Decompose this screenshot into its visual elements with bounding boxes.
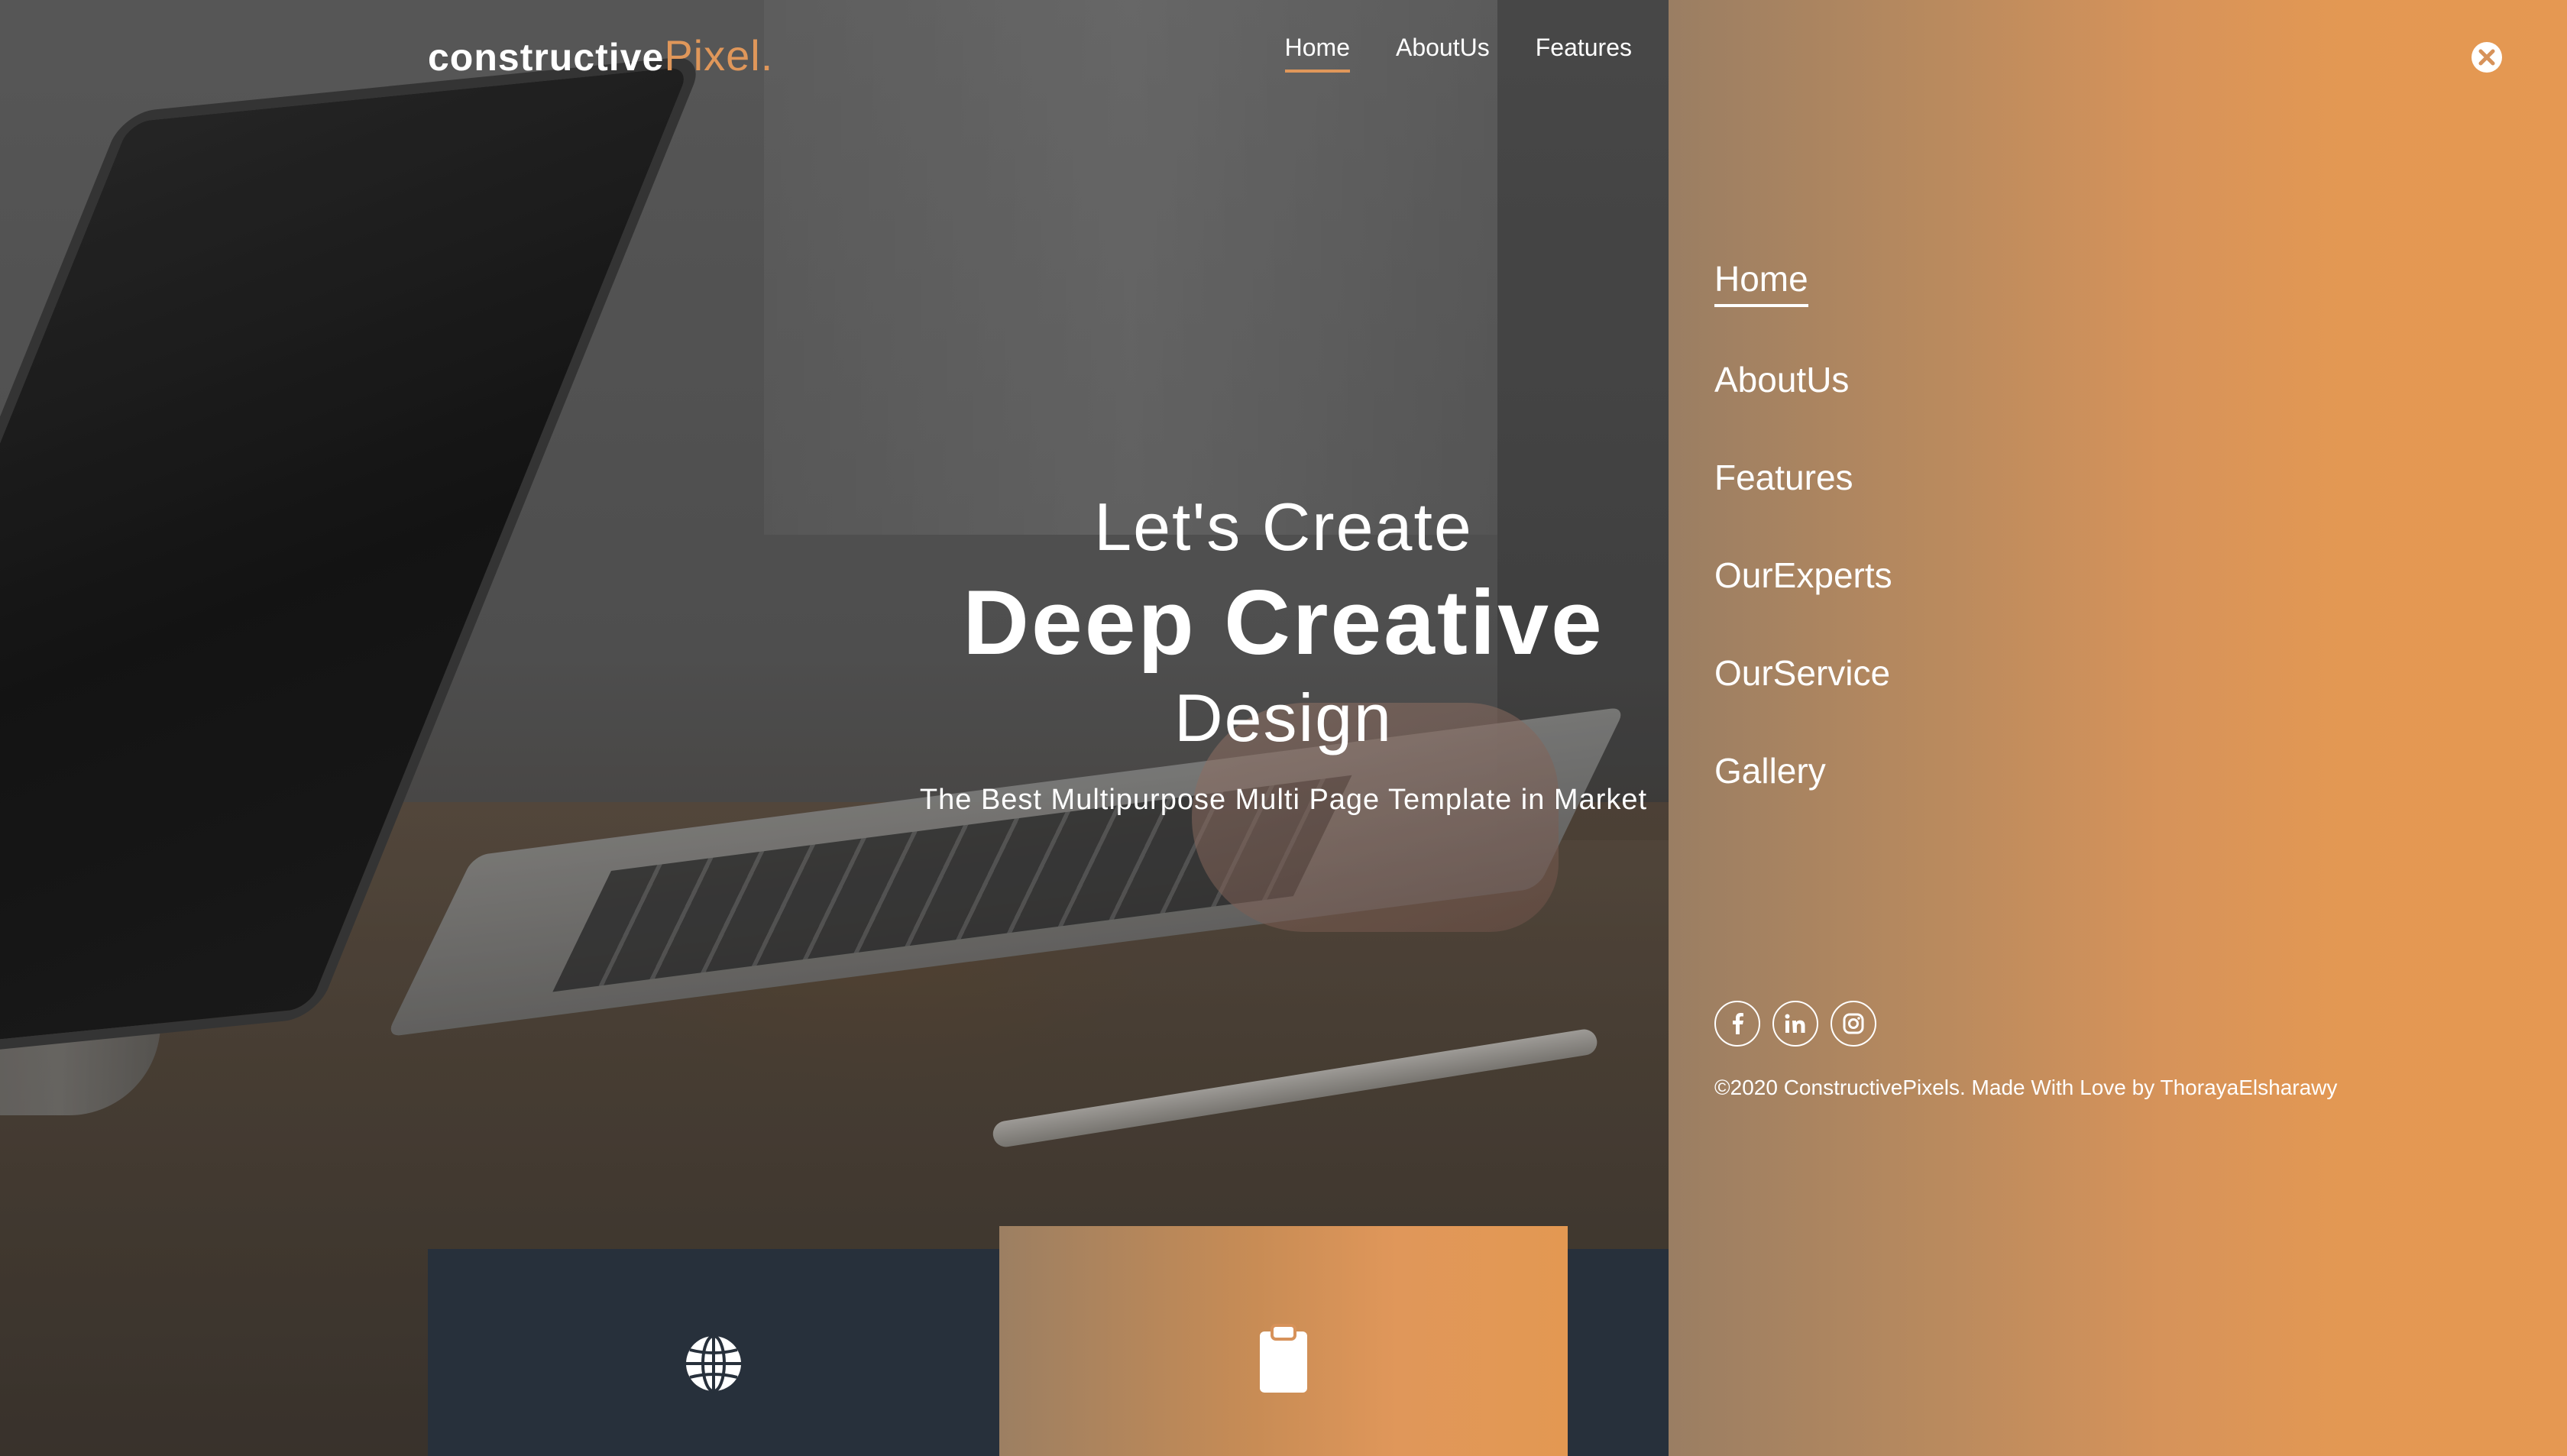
linkedin-glyph [1785, 1014, 1805, 1033]
hero-subtitle: The Best Multipurpose Multi Page Templat… [919, 784, 1648, 816]
side-menu-features[interactable]: Features [1714, 457, 1853, 503]
top-nav: Home AboutUs Features [1284, 34, 1632, 73]
brand-logo[interactable]: constructivePixel. [428, 31, 773, 80]
feature-card-clipboard[interactable] [999, 1226, 1568, 1456]
top-nav-home[interactable]: Home [1284, 34, 1350, 73]
hero-title-line3: Design [1174, 680, 1393, 756]
side-menu-ourexperts[interactable]: OurExperts [1714, 555, 1892, 600]
facebook-glyph [1733, 1013, 1743, 1034]
copyright-text: ©2020 ConstructivePixels. Made With Love… [1714, 1076, 2338, 1099]
brand-name-part2: Pixel [664, 31, 761, 79]
side-menu-item: AboutUs [1714, 359, 1892, 405]
side-menu-item: OurExperts [1714, 555, 1892, 600]
top-nav-features[interactable]: Features [1536, 34, 1632, 73]
hero-title-line2: Deep Creative [963, 571, 1604, 674]
instagram-glyph [1843, 1013, 1864, 1034]
side-menu-gallery[interactable]: Gallery [1714, 750, 1826, 796]
instagram-icon[interactable] [1831, 1001, 1876, 1047]
side-menu-item: Gallery [1714, 750, 1892, 796]
brand-dot: . [760, 31, 774, 79]
social-links [1714, 1001, 1876, 1047]
hero-text: Let's Create Deep Creative Design The Be… [917, 489, 1650, 817]
side-menu-item: Home [1714, 258, 1892, 307]
side-menu-home[interactable]: Home [1714, 258, 1808, 307]
hero-title-line1: Let's Create [1094, 489, 1473, 565]
side-menu-item: Features [1714, 457, 1892, 503]
facebook-icon[interactable] [1714, 1001, 1760, 1047]
side-menu-ourservice[interactable]: OurService [1714, 652, 1890, 698]
side-menu-aboutus[interactable]: AboutUs [1714, 359, 1849, 405]
linkedin-icon[interactable] [1772, 1001, 1818, 1047]
feature-card-dark-extension [1568, 1249, 1669, 1456]
globe-icon [686, 1335, 741, 1393]
side-menu-item: OurService [1714, 652, 1892, 698]
clipboard-icon [1260, 1324, 1307, 1393]
side-menu: Home AboutUs Features OurExperts OurServ… [1714, 258, 1892, 848]
brand-name-part1: constructive [428, 36, 665, 79]
feature-card-globe[interactable] [428, 1249, 999, 1456]
close-icon[interactable] [2471, 41, 2503, 73]
top-nav-aboutus[interactable]: AboutUs [1396, 34, 1490, 73]
